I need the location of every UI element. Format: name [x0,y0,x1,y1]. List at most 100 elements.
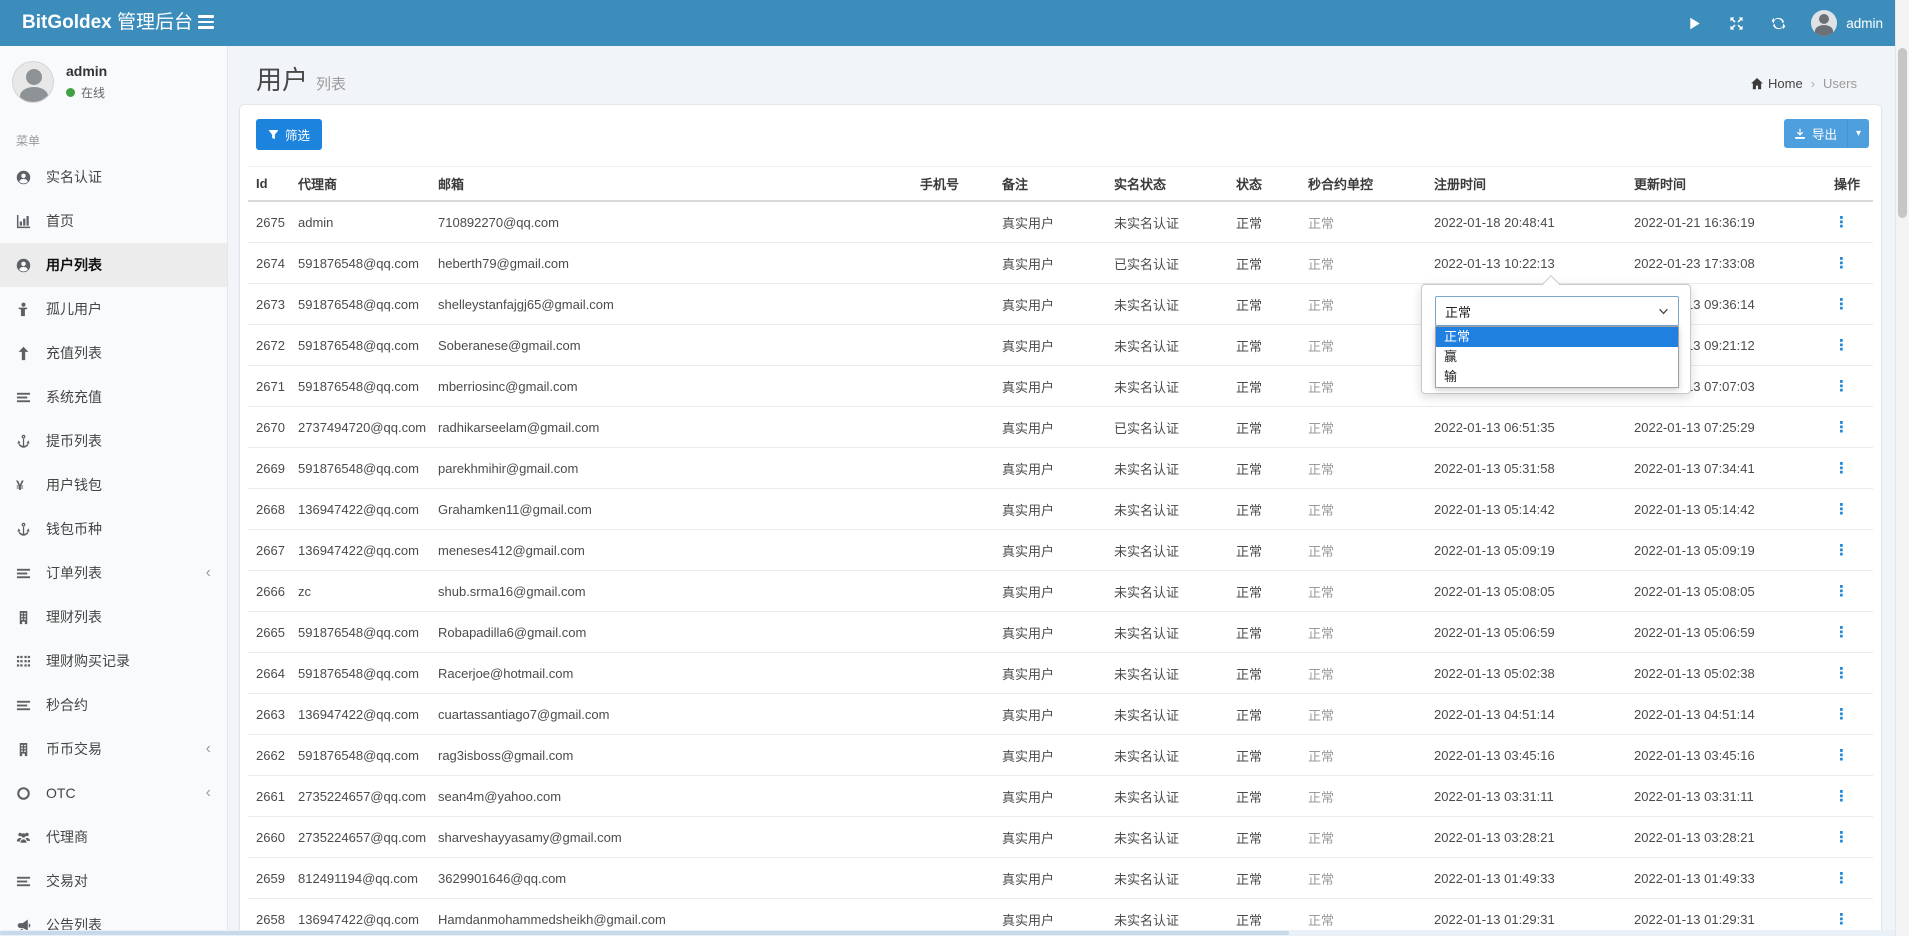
sidebar-item-withdraw-list[interactable]: 提币列表 [0,419,227,463]
sidebar-item-agents[interactable]: 代理商 [0,815,227,859]
cell-control: 正常 [1300,366,1426,407]
control-value[interactable]: 正常 [1308,790,1334,805]
control-value[interactable]: 正常 [1308,585,1334,600]
filter-button[interactable]: 筛选 [256,119,322,150]
child-icon [16,302,40,317]
yen-icon: ¥ [16,477,40,493]
control-value[interactable]: 正常 [1308,872,1334,887]
row-actions-button[interactable]: ⋮ [1834,255,1849,272]
export-dropdown-toggle[interactable]: ▾ [1847,119,1869,148]
row-actions-button[interactable]: ⋮ [1834,706,1849,723]
fullscreen-icon[interactable] [1727,14,1745,32]
control-value[interactable]: 正常 [1308,421,1334,436]
top-navbar: BitGoldex 管理后台 admin [0,0,1909,46]
sidebar-item-wallet-coins[interactable]: 钱包币种 [0,507,227,551]
sidebar-item-second-contract[interactable]: 秒合约 [0,683,227,727]
breadcrumb-home-link[interactable]: Home [1750,76,1803,91]
cell-phone [912,325,994,366]
sidebar-item-otc[interactable]: OTC‹ [0,771,227,815]
sidebar-item-spot-trade[interactable]: 币币交易‹ [0,727,227,771]
export-button[interactable]: 导出 [1784,119,1847,148]
play-icon[interactable] [1685,14,1703,32]
row-actions-button[interactable]: ⋮ [1834,747,1849,764]
sidebar-item-kyc[interactable]: 实名认证 [0,155,227,199]
row-actions-button[interactable]: ⋮ [1834,501,1849,518]
cell-email: sean4m@yahoo.com [430,776,912,817]
dropdown-option[interactable]: 赢 [1436,347,1678,367]
horizontal-scrollbar-thumb[interactable] [0,931,1289,935]
control-value[interactable]: 正常 [1308,544,1334,559]
column-header-phone: 手机号 [912,167,994,202]
row-actions-button[interactable]: ⋮ [1834,378,1849,395]
sidebar-item-wealth-records[interactable]: 理财购买记录 [0,639,227,683]
sidebar-item-users[interactable]: 用户列表 [0,243,227,287]
row-actions-button[interactable]: ⋮ [1834,214,1849,231]
row-actions-button[interactable]: ⋮ [1834,829,1849,846]
control-value[interactable]: 正常 [1308,708,1334,723]
row-actions-button[interactable]: ⋮ [1834,542,1849,559]
sidebar-item-order-list[interactable]: 订单列表‹ [0,551,227,595]
cell-agent: admin [290,201,430,243]
control-value[interactable]: 正常 [1308,298,1334,313]
control-value[interactable]: 正常 [1308,257,1334,272]
cell-action: ⋮ [1826,735,1873,776]
vertical-scrollbar-thumb[interactable] [1898,48,1907,218]
row-actions-button[interactable]: ⋮ [1834,665,1849,682]
cell-action: ⋮ [1826,653,1873,694]
control-value[interactable]: 正常 [1308,462,1334,477]
cell-id: 2666 [248,571,290,612]
app-brand[interactable]: BitGoldex 管理后台 [22,0,193,46]
avatar[interactable] [12,61,54,103]
control-value[interactable]: 正常 [1308,667,1334,682]
sidebar-item-orphan-users[interactable]: 孤儿用户 [0,287,227,331]
sidebar-item-system-deposit[interactable]: 系统充值 [0,375,227,419]
user-circle-icon [16,170,40,185]
control-value[interactable]: 正常 [1308,913,1334,928]
cell-status: 正常 [1228,653,1300,694]
sidebar-toggle-icon[interactable] [198,15,216,31]
cell-id: 2671 [248,366,290,407]
sidebar-item-wealth-list[interactable]: 理财列表 [0,595,227,639]
control-value[interactable]: 正常 [1308,831,1334,846]
row-actions-button[interactable]: ⋮ [1834,624,1849,641]
cell-updated: 2022-01-13 05:08:05 [1626,571,1826,612]
cell-kyc: 未实名认证 [1106,858,1228,899]
table-row: 26602735224657@qq.comsharveshayyasamy@gm… [248,817,1873,858]
user-menu[interactable]: admin [1811,10,1883,36]
sidebar-item-home[interactable]: 首页 [0,199,227,243]
cell-note: 真实用户 [994,325,1106,366]
control-value[interactable]: 正常 [1308,339,1334,354]
control-value[interactable]: 正常 [1308,216,1334,231]
table-row: 2663136947422@qq.comcuartassantiago7@gma… [248,694,1873,735]
row-actions-button[interactable]: ⋮ [1834,337,1849,354]
control-value[interactable]: 正常 [1308,380,1334,395]
row-actions-button[interactable]: ⋮ [1834,460,1849,477]
row-actions-button[interactable]: ⋮ [1834,788,1849,805]
cell-id: 2667 [248,530,290,571]
refresh-icon[interactable] [1769,14,1787,32]
row-actions-button[interactable]: ⋮ [1834,911,1849,928]
row-actions-button[interactable]: ⋮ [1834,870,1849,887]
table-row: 2668136947422@qq.comGrahamken11@gmail.co… [248,489,1873,530]
dropdown-option[interactable]: 正常 [1436,327,1678,347]
control-select[interactable]: 正常 [1435,296,1679,326]
control-value[interactable]: 正常 [1308,749,1334,764]
cell-action: ⋮ [1826,284,1873,325]
dropdown-option[interactable]: 输 [1436,367,1678,387]
row-actions-button[interactable]: ⋮ [1834,583,1849,600]
cell-created: 2022-01-13 04:51:14 [1426,694,1626,735]
building-icon [16,742,40,757]
cell-id: 2660 [248,817,290,858]
row-actions-button[interactable]: ⋮ [1834,296,1849,313]
sidebar-item-deposit-list[interactable]: 充值列表 [0,331,227,375]
control-value[interactable]: 正常 [1308,503,1334,518]
cell-control: 正常 [1300,653,1426,694]
control-option-list: 正常赢输 [1435,326,1679,388]
table-row: 2659812491194@qq.com3629901646@qq.com真实用… [248,858,1873,899]
breadcrumb-current: Users [1823,76,1857,91]
sidebar-item-user-wallets[interactable]: ¥用户钱包 [0,463,227,507]
control-value[interactable]: 正常 [1308,626,1334,641]
cell-note: 真实用户 [994,653,1106,694]
sidebar-item-trade-pairs[interactable]: 交易对 [0,859,227,903]
row-actions-button[interactable]: ⋮ [1834,419,1849,436]
